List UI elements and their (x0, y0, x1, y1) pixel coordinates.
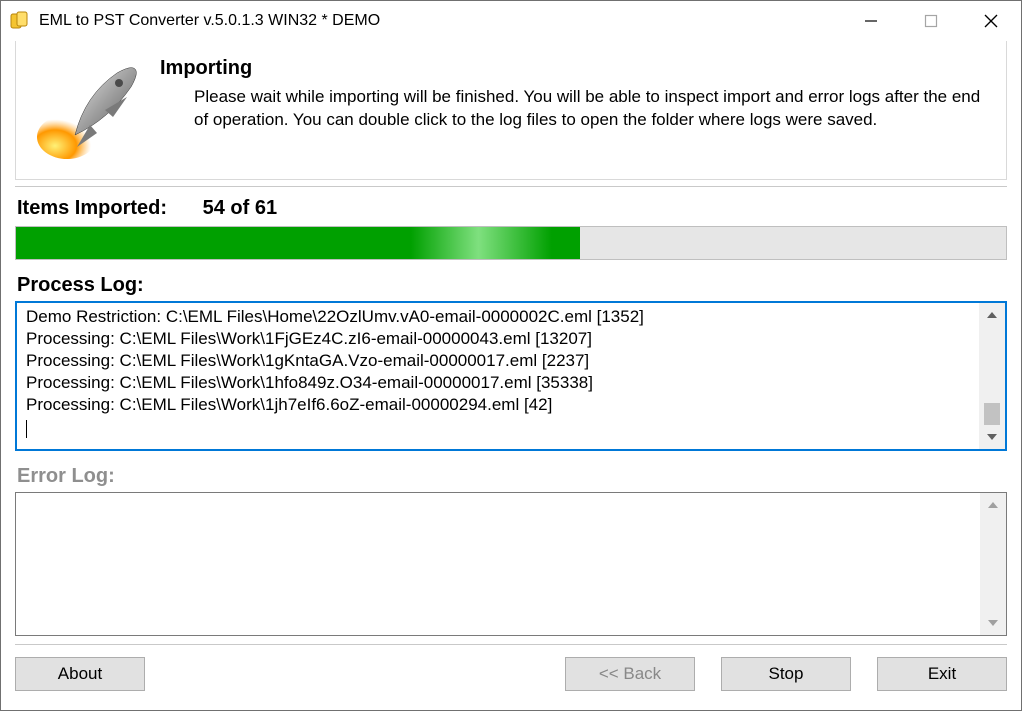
close-button[interactable] (961, 1, 1021, 41)
scroll-up-icon[interactable] (988, 497, 998, 513)
error-log-scrollbar[interactable] (980, 493, 1006, 635)
app-window: EML to PST Converter v.5.0.1.3 WIN32 * D… (0, 0, 1022, 711)
titlebar: EML to PST Converter v.5.0.1.3 WIN32 * D… (1, 1, 1021, 41)
about-button[interactable]: About (15, 657, 145, 691)
progress-fill (16, 227, 580, 259)
status-count: 54 of 61 (203, 197, 277, 219)
error-log-box[interactable] (15, 492, 1007, 636)
window-controls (841, 1, 1021, 41)
content-area: Importing Please wait while importing wi… (1, 41, 1021, 710)
separator (15, 186, 1007, 187)
process-log-label: Process Log: (17, 274, 1007, 297)
button-row: About << Back Stop Exit (15, 657, 1007, 705)
stop-button[interactable]: Stop (721, 657, 851, 691)
footer-separator (15, 644, 1007, 645)
minimize-button[interactable] (841, 1, 901, 41)
error-log-label: Error Log: (17, 465, 1007, 488)
header-title: Importing (160, 57, 988, 80)
maximize-button (901, 1, 961, 41)
scroll-down-icon[interactable] (987, 429, 997, 445)
header-panel: Importing Please wait while importing wi… (15, 41, 1007, 180)
status-label: Items Imported: (17, 197, 167, 219)
exit-button[interactable]: Exit (877, 657, 1007, 691)
back-button: << Back (565, 657, 695, 691)
process-log-box[interactable]: Demo Restriction: C:\EML Files\Home\22Oz… (15, 301, 1007, 451)
text-caret (26, 420, 27, 438)
window-title: EML to PST Converter v.5.0.1.3 WIN32 * D… (39, 12, 380, 30)
process-log-content: Demo Restriction: C:\EML Files\Home\22Oz… (26, 306, 1000, 416)
rocket-icon (30, 55, 150, 165)
app-icon (9, 10, 31, 32)
progress-bar (15, 226, 1007, 260)
header-text: Importing Please wait while importing wi… (150, 55, 988, 165)
process-log-scrollbar[interactable] (979, 303, 1005, 449)
scroll-up-icon[interactable] (987, 307, 997, 323)
header-description: Please wait while importing will be fini… (194, 86, 988, 132)
status-line: Items Imported: 54 of 61 (17, 197, 1007, 220)
scroll-down-icon[interactable] (988, 615, 998, 631)
scroll-thumb[interactable] (984, 403, 1000, 425)
